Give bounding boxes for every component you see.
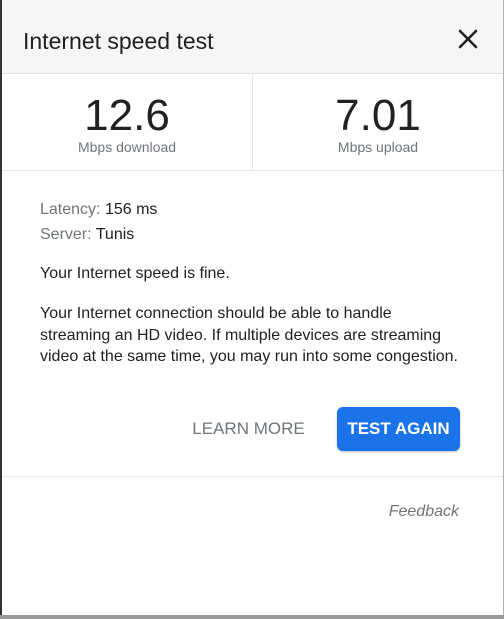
feedback-link[interactable]: Feedback <box>340 503 459 521</box>
connection-info: Latency: 156 ms Server: Tunis <box>40 199 480 249</box>
speed-status: Your Internet speed is fine. <box>40 265 230 282</box>
latency-label: Latency: <box>40 201 101 218</box>
download-metric: 12.6 Mbps download <box>2 74 252 170</box>
dialog-header: Internet speed test <box>2 0 503 74</box>
download-unit: Mbps download <box>77 139 177 155</box>
upload-unit: Mbps upload <box>337 139 419 155</box>
download-value: 12.6 <box>84 91 170 140</box>
server-label: Server: <box>40 226 92 243</box>
window-border-left <box>0 0 2 619</box>
dialog-title: Internet speed test <box>23 28 214 54</box>
speed-description: Your Internet connection should be able … <box>40 305 458 365</box>
latency-value: 156 ms <box>104 201 158 218</box>
window-border-bottom <box>0 615 504 619</box>
close-icon <box>458 29 478 49</box>
speed-results: 12.6 Mbps download 7.01 Mbps upload <box>2 74 503 171</box>
upload-metric: 7.01 Mbps upload <box>253 74 503 170</box>
latency-row: Latency: 156 ms <box>40 199 480 224</box>
upload-value: 7.01 <box>335 91 421 140</box>
test-again-button[interactable]: TEST AGAIN <box>337 407 460 451</box>
speed-test-dialog: Internet speed test 12.6 Mbps download 7… <box>0 0 504 619</box>
server-row: Server: Tunis <box>40 224 480 249</box>
footer-divider <box>2 476 503 477</box>
server-value: Tunis <box>95 226 135 243</box>
close-button[interactable] <box>455 26 481 52</box>
learn-more-button[interactable]: LEARN MORE <box>178 407 319 451</box>
